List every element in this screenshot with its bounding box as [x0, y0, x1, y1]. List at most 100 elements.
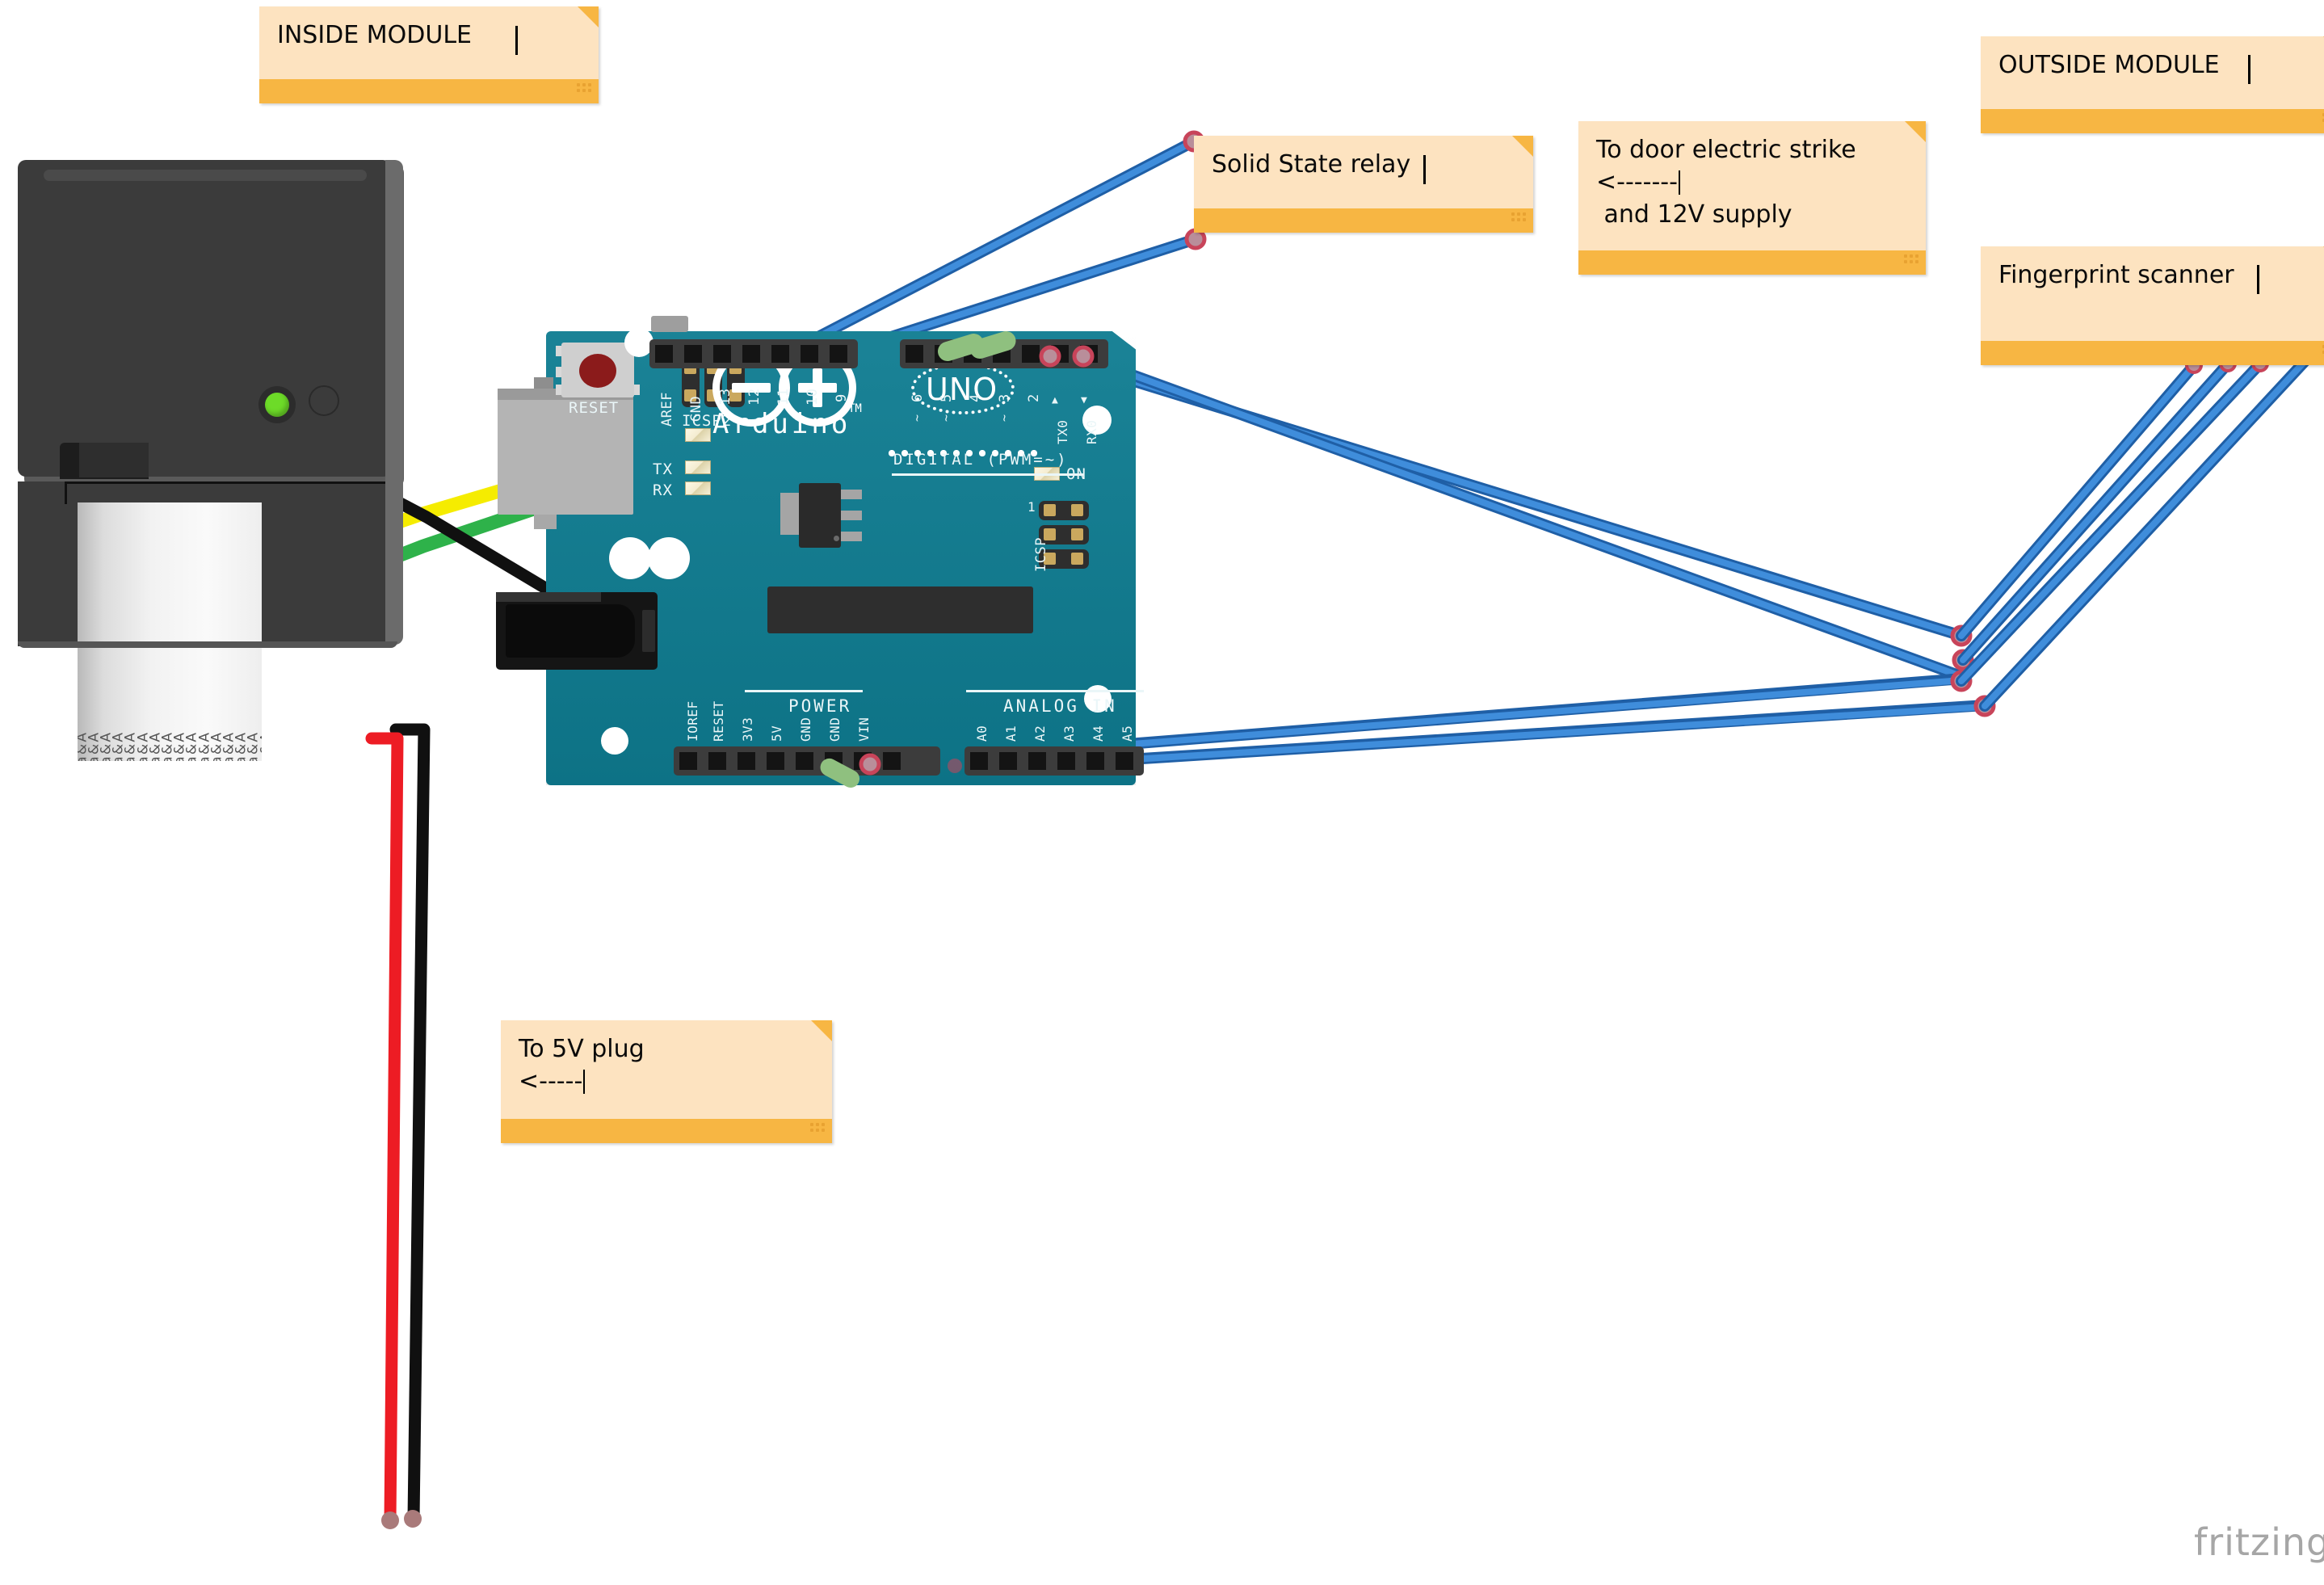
- note-fold-icon: [578, 6, 599, 27]
- fritzing-watermark: fritzing: [2194, 1520, 2324, 1564]
- printer-top-slot: [44, 170, 367, 181]
- reset-button-dome: [579, 354, 616, 388]
- note-line: INSIDE MODULE: [277, 21, 472, 49]
- pin-label-a0: A0: [974, 725, 990, 742]
- pin-label-vin: VIN: [856, 717, 872, 742]
- pwm-mark-5: ~: [939, 414, 953, 422]
- note-fold-icon: [1512, 136, 1533, 157]
- pin-label-gnd-2: GND: [827, 717, 843, 742]
- resize-grip-icon[interactable]: [1904, 254, 1920, 271]
- tx-led: [685, 460, 711, 474]
- pin-label-a1: A1: [1003, 725, 1019, 742]
- thermal-printer-module[interactable]: #aBa&A #aBa&A #aBa&A #aBa&A #aBa&A #aBa&…: [18, 160, 404, 761]
- power-group-underline: [745, 690, 863, 692]
- tx-label: TX: [653, 460, 673, 478]
- note-footer[interactable]: [1981, 341, 2324, 365]
- pin-label-3: 3: [997, 393, 1013, 402]
- note-inside-module[interactable]: INSIDE MODULE: [259, 6, 599, 103]
- note-fingerprint-scanner[interactable]: Fingerprint scanner: [1981, 246, 2324, 365]
- pin-label-a3: A3: [1061, 725, 1077, 742]
- note-line: To 5V plug: [519, 1035, 645, 1063]
- pin-label-a4: A4: [1091, 725, 1106, 742]
- barrel-jack-top: [496, 592, 601, 602]
- regulator-pin-1: [841, 490, 862, 499]
- note-to-5v-plug-body: To 5V plug <-----: [501, 1020, 832, 1119]
- printer-seam-vertical: [65, 481, 67, 504]
- rx-led: [685, 481, 711, 495]
- note-outside-module[interactable]: OUTSIDE MODULE: [1981, 36, 2324, 133]
- pin-label-12: 12: [746, 388, 763, 406]
- barrel-jack-opening: [506, 604, 635, 658]
- printer-seam-horizontal: [65, 481, 391, 484]
- printer-upper-shell: [18, 160, 391, 477]
- pin-label-a5: A5: [1120, 725, 1135, 742]
- pin-label-tx0: TX0: [1055, 419, 1070, 444]
- note-footer[interactable]: [259, 79, 599, 103]
- note-line: OUTSIDE MODULE: [1998, 51, 2220, 79]
- pin-label-2: 2: [1026, 393, 1042, 402]
- note-line: and 12V supply: [1596, 200, 1792, 229]
- barrel-jack-side: [642, 610, 655, 652]
- note-line: Solid State relay: [1212, 150, 1411, 179]
- paper-test-print: #aBa&A #aBa&A #aBa&A #aBa&A #aBa&A #aBa&…: [78, 541, 262, 761]
- uno-model-label: UNO: [926, 372, 998, 407]
- note-solid-state-relay-body: Solid State relay: [1194, 136, 1533, 208]
- pin-label-reset: RESET: [711, 700, 726, 742]
- pin-label-5v: 5V: [769, 725, 784, 742]
- icsp-pin1-label: 1: [1028, 499, 1036, 515]
- note-footer[interactable]: [1981, 109, 2324, 133]
- pin-label-gnd-1: GND: [798, 717, 813, 742]
- mounting-hole-bottom-left: [601, 727, 628, 755]
- feed-button[interactable]: [309, 385, 339, 416]
- pin-label-6: 6: [910, 393, 926, 402]
- note-footer[interactable]: [1578, 250, 1926, 275]
- digital-group-underline: [892, 473, 1084, 476]
- note-door-electric-strike[interactable]: To door electric strike <------- and 12V…: [1578, 121, 1926, 275]
- pin-label-ioref: IOREF: [685, 700, 700, 742]
- pwm-mark-6: ~: [910, 414, 924, 422]
- resize-grip-icon[interactable]: [810, 1123, 826, 1139]
- digital-header-right[interactable]: [900, 339, 1108, 368]
- printer-paper-lip-inner: [79, 443, 149, 477]
- analog-header[interactable]: [964, 746, 1144, 776]
- resize-grip-icon[interactable]: [577, 83, 593, 99]
- note-line: <-----: [519, 1066, 814, 1098]
- parts-layer: #aBa&A #aBa&A #aBa&A #aBa&A #aBa&A #aBa&…: [0, 0, 2324, 1585]
- caret-inside-module: [515, 26, 518, 55]
- pin-label-11: 11: [775, 388, 792, 406]
- pin-label-5: 5: [939, 393, 955, 402]
- pwm-mark-3: ~: [997, 414, 1011, 422]
- caret-fingerprint-scanner: [2257, 265, 2259, 294]
- digital-header-left[interactable]: [649, 339, 858, 368]
- l-led: [685, 428, 711, 442]
- note-solid-state-relay[interactable]: Solid State relay: [1194, 136, 1533, 233]
- arduino-uno-board[interactable]: RESET ICSP 2 ICSP 1 ON TX RX Arduino TM U…: [496, 316, 1144, 785]
- power-header[interactable]: [674, 746, 940, 776]
- trademark-mark: TM: [848, 402, 862, 415]
- caret-outside-module: [2248, 55, 2250, 84]
- note-fold-icon: [1905, 121, 1926, 142]
- icsp-label: ICSP: [1033, 537, 1049, 572]
- pin-label-3v3: 3V3: [740, 717, 755, 742]
- icsp-row-1[interactable]: [1039, 501, 1089, 520]
- digital-group-label: DIGITAL (PWM=~): [893, 451, 1069, 469]
- resize-grip-icon[interactable]: [1511, 212, 1528, 229]
- power-group-label: POWER: [788, 696, 852, 716]
- analog-group-label: ANALOG IN: [1003, 696, 1117, 716]
- note-door-electric-strike-body: To door electric strike <------- and 12V…: [1578, 121, 1926, 250]
- note-outside-module-body: OUTSIDE MODULE: [1981, 36, 2324, 109]
- printer-right-edge: [385, 160, 403, 645]
- rx-arrow-icon: ▼: [1081, 394, 1088, 406]
- note-fingerprint-scanner-body: Fingerprint scanner: [1981, 246, 2324, 341]
- printer-bottom-shadow: [18, 641, 397, 648]
- note-inside-module-body: INSIDE MODULE: [259, 6, 599, 79]
- note-to-5v-plug[interactable]: To 5V plug <-----: [501, 1020, 832, 1143]
- tx-arrow-icon: ▲: [1052, 394, 1059, 406]
- pin-label-13: 13: [717, 388, 733, 406]
- printer-paper: #aBa&A #aBa&A #aBa&A #aBa&A #aBa&A #aBa&…: [78, 502, 262, 761]
- note-footer[interactable]: [1194, 208, 1533, 233]
- note-line: To door electric strike: [1596, 136, 1856, 164]
- pin-label-gnd-digital: GND: [688, 395, 704, 422]
- note-footer[interactable]: [501, 1119, 832, 1143]
- arduino-wordmark: Arduino: [712, 408, 851, 440]
